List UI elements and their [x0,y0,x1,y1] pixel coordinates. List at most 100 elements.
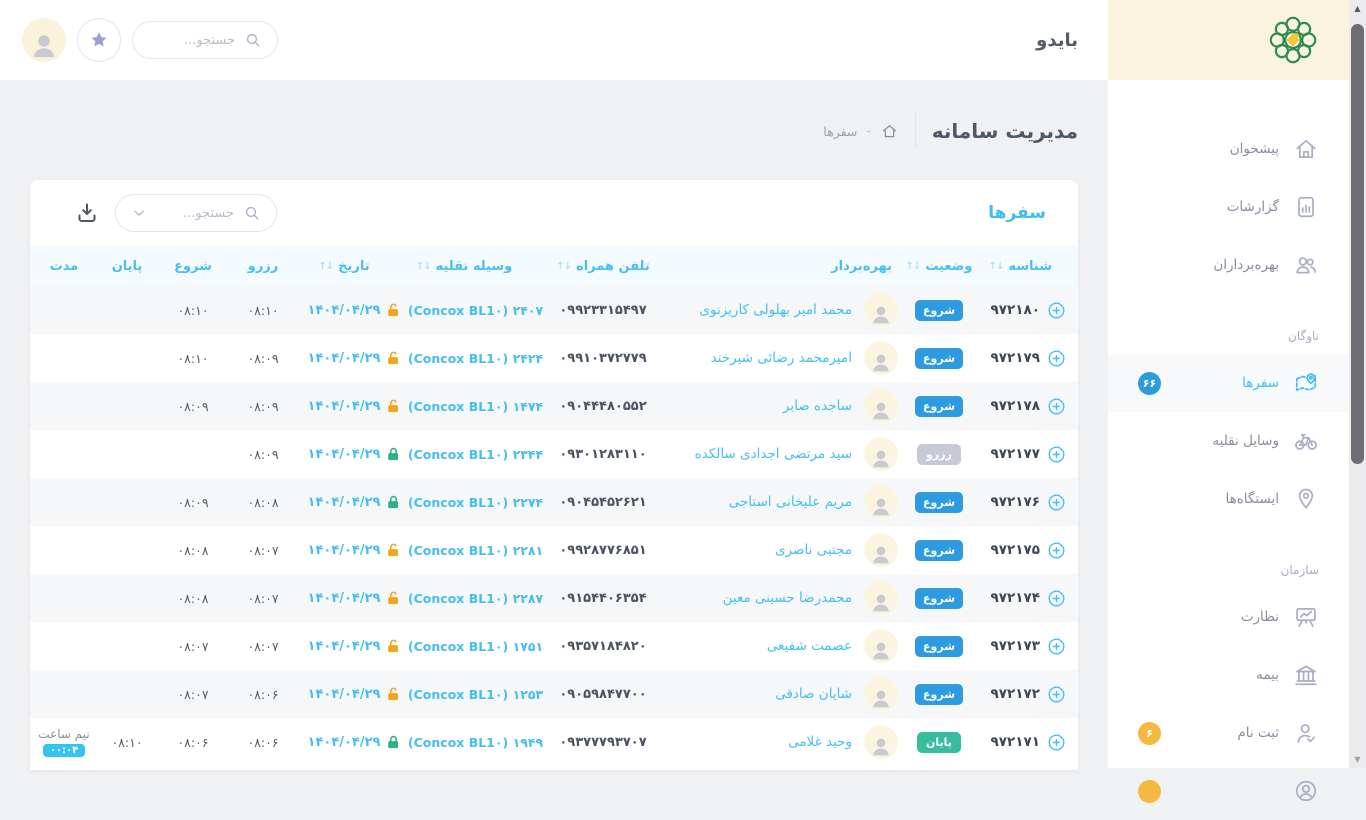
bike-icon [1293,428,1319,454]
column-header[interactable]: شناسه↓↑ [978,259,1078,274]
operator-name-link[interactable]: محمد امیر بهلولی کاریزنوی [699,302,852,318]
user-avatar[interactable] [22,18,66,62]
expand-row-icon[interactable] [1047,733,1066,752]
vehicle-link[interactable]: (Concox BL1۰) ۲۲۸۱ [408,543,543,558]
download-icon[interactable] [75,201,99,225]
column-header[interactable]: تلفن همراه↓↑ [538,259,668,274]
reserve-time: ۰۸:۰۸ [228,478,298,526]
column-header[interactable]: وسیله نقلیه↓↑ [390,259,538,274]
sidebar-item-label: بهره‌برداران [1213,257,1279,273]
sidebar-item-trips[interactable]: سفرها۶۶ [1108,354,1349,412]
sidebar-item-operators[interactable]: بهره‌برداران [1108,236,1349,294]
trip-row: ۹۷۲۱۷۷رزروسید مرتضی اجدادی سالکده۰۹۳۰۱۲۸… [30,430,1078,478]
column-label: رزرو [248,259,279,274]
sidebar-item-monitoring[interactable]: نظارت [1108,588,1349,646]
sidebar-item-dashboard[interactable]: پیشخوان [1108,120,1349,178]
operator-name-link[interactable]: مجتبی ناصری [775,542,852,558]
expand-row-icon[interactable] [1047,685,1066,704]
app-title: بایدو [1036,30,1078,51]
vehicle-link[interactable]: (Concox BL1۰) ۲۲۸۷ [408,591,543,606]
vehicle-link[interactable]: (Concox BL1۰) ۱۹۴۹ [408,735,543,750]
expand-row-icon[interactable] [1047,445,1066,464]
operator-name-link[interactable]: سید مرتضی اجدادی سالکده [695,446,852,462]
main-area: بایدو مدیریت سامانه - سفرها سفرها [0,0,1108,768]
expand-row-icon[interactable] [1047,589,1066,608]
trip-date: ۱۴۰۴/۰۴/۲۹ [298,382,390,430]
duration-cell [32,574,96,622]
breadcrumb-current[interactable]: سفرها [823,124,857,139]
scrollbar[interactable]: ▲ ▼ [1349,0,1366,768]
status-badge: رزرو [917,444,961,465]
sort-icon[interactable]: ↓↑ [556,261,571,272]
trip-date: ۱۴۰۴/۰۴/۲۹ [298,430,390,478]
sidebar-item-reports[interactable]: گزارشات [1108,178,1349,236]
start-time: ۰۸:۰۹ [158,478,228,526]
end-time [96,526,158,574]
expand-row-icon[interactable] [1047,349,1066,368]
vehicle-link[interactable]: (Concox BL1۰) ۲۴۰۷ [408,303,543,318]
expand-row-icon[interactable] [1047,637,1066,656]
scrollbar-up-button[interactable]: ▲ [1349,0,1366,17]
column-label: مدت [50,259,79,274]
scrollbar-thumb[interactable] [1351,24,1364,464]
operator-name-link[interactable]: شایان صادقی [775,686,852,702]
sidebar-item-stations[interactable]: ایستگاه‌ها [1108,470,1349,528]
table-header-row: شناسه↓↑وضعیت↓↑ بهره‌بردار تلفن همراه↓↑وسیل… [30,246,1078,286]
search-icon [242,203,262,223]
column-header[interactable]: تاریخ↓↑ [298,259,390,274]
sort-icon[interactable]: ↓↑ [416,261,431,272]
duration-cell [32,334,96,382]
page-content: مدیریت سامانه - سفرها سفرها شناسه↓↑وضعیت… [0,106,1108,770]
table-search-input[interactable] [156,206,234,221]
sort-icon[interactable]: ↓↑ [318,261,333,272]
expand-row-icon[interactable] [1047,397,1066,416]
expand-row-icon[interactable] [1047,541,1066,560]
vehicle-link[interactable]: (Concox BL1۰) ۱۷۵۱ [408,639,543,654]
operator-name-link[interactable]: مریم علیخانی استاجی [729,494,852,510]
vehicle-link[interactable]: (Concox BL1۰) ۲۲۷۴ [408,495,543,510]
global-search-input[interactable] [147,33,235,48]
card-header: سفرها [30,180,1078,246]
start-time: ۰۸:۰۸ [158,574,228,622]
duration-cell: نیم ساعت۰۰:۰۴ [32,718,96,766]
sidebar-item-badge: ۶۶ [1138,372,1161,395]
duration-cell [32,382,96,430]
favorites-button[interactable] [77,18,121,62]
sidebar-item-label: گزارشات [1227,199,1279,215]
operator-name-link[interactable]: عصمت شفیعی [767,638,852,654]
start-time: ۰۸:۱۰ [158,334,228,382]
chevron-down-icon[interactable] [130,204,148,222]
trips-card: سفرها شناسه↓↑وضعیت↓↑ بهره‌بردار تلفن همراه… [30,180,1078,770]
sidebar-item-label: نظارت [1241,609,1279,625]
sort-icon[interactable]: ↓↑ [989,261,1004,272]
operator-name-link[interactable]: امیرمحمد رضائی شیرخند [711,350,852,366]
sidebar-item-registration[interactable]: ثبت نام۶ [1108,704,1349,762]
avatar [864,341,898,375]
global-search [132,21,278,59]
sidebar-item-insurance[interactable]: بیمه [1108,646,1349,704]
sidebar-item-partial[interactable] [1108,762,1349,820]
expand-row-icon[interactable] [1047,493,1066,512]
column-label: بهره‌بردار [831,259,892,274]
trip-row: ۹۷۲۱۷۱پایانوحید غلامی۰۹۳۷۷۷۹۳۷۰۷(Concox … [30,718,1078,766]
vehicle-link[interactable]: (Concox BL1۰) ۲۳۴۴ [408,447,543,462]
start-time: ۰۸:۰۶ [158,718,228,766]
avatar [864,293,898,327]
operator-name-link[interactable]: محمدرضا حسینی معین [723,590,852,606]
vehicle-link[interactable]: (Concox BL1۰) ۱۴۷۴ [408,399,543,414]
sort-icon[interactable]: ↓↑ [906,261,921,272]
status-badge: شروع [915,300,963,321]
vehicle-link[interactable]: (Concox BL1۰) ۲۴۲۴ [408,351,543,366]
home-icon[interactable] [880,122,899,141]
operator-name-link[interactable]: وحید غلامی [788,734,852,750]
title-divider [915,114,916,148]
scrollbar-down-button[interactable]: ▼ [1349,751,1366,768]
operator-name-link[interactable]: ساجده صابر [783,398,852,414]
expand-row-icon[interactable] [1047,301,1066,320]
start-time: ۰۸:۰۷ [158,622,228,670]
vehicle-link[interactable]: (Concox BL1۰) ۱۲۵۳ [408,687,543,702]
sidebar-item-vehicles[interactable]: وسایل نقلیه [1108,412,1349,470]
duration-badge: ۰۰:۰۴ [43,744,85,757]
column-header[interactable]: وضعیت↓↑ [900,259,978,274]
sidebar-item-label: ثبت نام [1237,725,1279,741]
